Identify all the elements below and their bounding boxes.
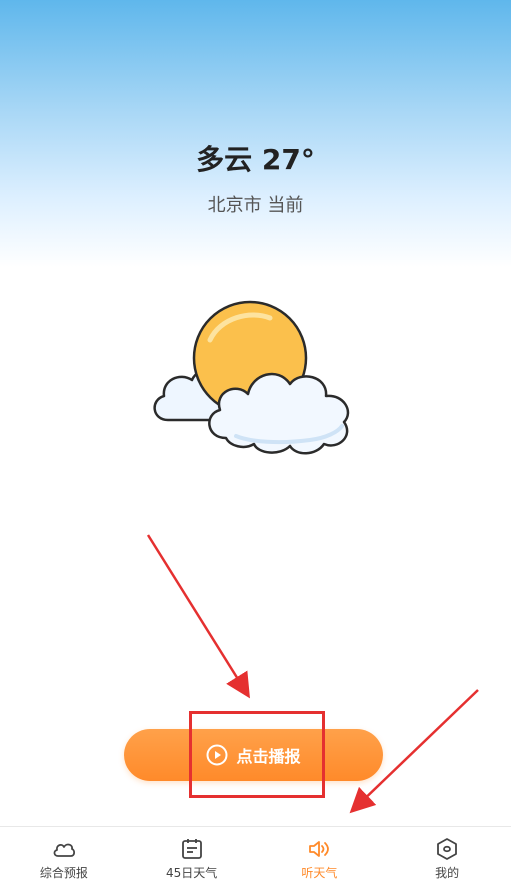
arrow-to-play-button [146, 534, 250, 699]
play-broadcast-label: 点击播报 [236, 747, 301, 766]
partly-cloudy-illustration [153, 300, 350, 455]
cloud-icon [53, 843, 75, 857]
tab-comprehensive-forecast[interactable]: 综合预报 [0, 827, 128, 891]
tab-label: 综合预报 [39, 866, 88, 880]
location-label: 北京市 当前 [207, 195, 304, 216]
tab-mine[interactable]: 我的 [383, 827, 511, 891]
play-circle-icon [206, 744, 228, 766]
hexagon-profile-icon [437, 838, 458, 860]
tab-listen-weather[interactable]: 听天气 [256, 827, 384, 891]
calendar-icon [181, 839, 202, 859]
tab-label: 我的 [435, 866, 460, 880]
tab-45-day-weather[interactable]: 45日天气 [128, 827, 256, 891]
tab-label: 45日天气 [165, 866, 218, 880]
bottom-tab-bar: 综合预报 45日天气 听天气 我的 [0, 826, 511, 891]
speaker-icon [309, 841, 330, 857]
weather-condition-temp: 多云 27° [196, 143, 315, 176]
tab-label: 听天气 [301, 866, 338, 880]
play-broadcast-button[interactable]: 点击播报 [124, 729, 383, 781]
